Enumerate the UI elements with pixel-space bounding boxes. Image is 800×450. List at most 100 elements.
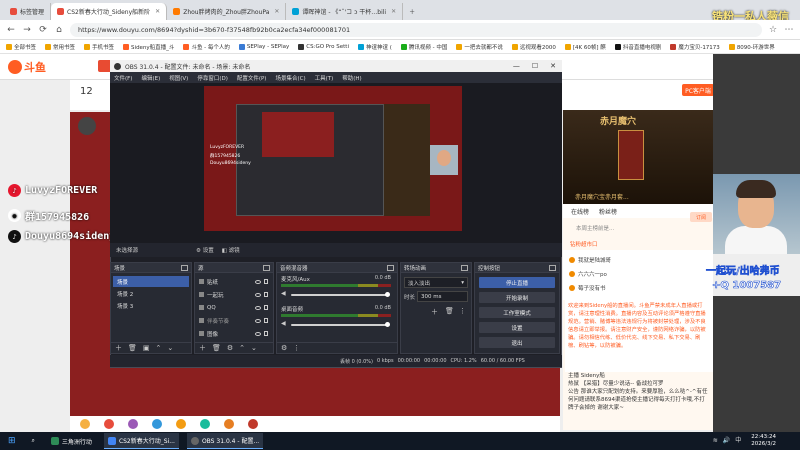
- pc-client-button[interactable]: PC客户端: [682, 84, 714, 96]
- add-source-icon[interactable]: ＋: [199, 343, 206, 353]
- bookmark-item[interactable]: CS:GO Pro Setti: [298, 43, 349, 50]
- lock-icon[interactable]: [264, 292, 268, 297]
- home-icon[interactable]: ⌂: [54, 25, 64, 35]
- settings-button[interactable]: 设置: [479, 322, 555, 333]
- browser-tab[interactable]: Zhou胖烤肉的_Zhou胖ZhouPa ✕: [167, 3, 287, 20]
- source-item[interactable]: 贴纸: [197, 276, 271, 287]
- lock-icon[interactable]: [264, 331, 268, 336]
- mixer-menu-icon[interactable]: ⋮: [293, 344, 300, 352]
- volume-slider-knob[interactable]: [385, 292, 390, 297]
- source-filters-button[interactable]: ◧ 滤镜: [222, 246, 240, 254]
- taskbar-app[interactable]: CS2新春大行动_Si...: [103, 433, 179, 449]
- browser-tab-active[interactable]: CS2新春大行动_Sideny船新阶 ✕: [51, 3, 168, 20]
- move-down-icon[interactable]: ⌄: [251, 344, 257, 352]
- system-clock[interactable]: ≋ 🔊 中 22:43:24 2026/3/2: [713, 434, 800, 448]
- close-icon[interactable]: ✕: [550, 62, 556, 70]
- volume-icon[interactable]: 🔊: [723, 437, 730, 444]
- duration-input[interactable]: 300 ms: [417, 291, 468, 302]
- source-item[interactable]: 一起玩: [197, 289, 271, 300]
- reload-icon[interactable]: ⟳: [38, 25, 48, 35]
- list-item[interactable]: 我就是陆城哥: [569, 256, 611, 264]
- menu-tools[interactable]: 工具(T): [315, 74, 334, 82]
- source-item[interactable]: 图像: [197, 328, 271, 339]
- add-transition-icon[interactable]: ＋: [431, 307, 438, 317]
- remove-source-icon[interactable]: 🗑: [212, 344, 221, 352]
- fan-group-label[interactable]: 钻粉超市口: [570, 240, 598, 248]
- move-up-icon[interactable]: ⌃: [156, 344, 162, 352]
- gift-icon[interactable]: [80, 419, 90, 429]
- forward-icon[interactable]: →: [22, 25, 32, 35]
- gift-icon[interactable]: [128, 419, 138, 429]
- scene-item[interactable]: 场景: [113, 276, 189, 287]
- tab-online-rank[interactable]: 在线榜: [571, 207, 589, 216]
- lock-icon[interactable]: [264, 318, 268, 323]
- studio-mode-button[interactable]: 工作室模式: [479, 307, 555, 318]
- gift-icon[interactable]: [104, 419, 114, 429]
- gift-icon[interactable]: [152, 419, 162, 429]
- visibility-icon[interactable]: [255, 292, 261, 297]
- browser-tab[interactable]: 标签管理: [4, 3, 52, 20]
- list-item[interactable]: 莓子没有书: [569, 284, 606, 292]
- menu-scene-collection[interactable]: 场景集合(C): [275, 74, 305, 82]
- bookmark-item[interactable]: 远视观看2000: [511, 43, 556, 51]
- bookmark-item[interactable]: 全部书签: [6, 43, 36, 51]
- taskbar-app[interactable]: 三角洲行动: [47, 433, 96, 449]
- stop-streaming-button[interactable]: 停止直播: [479, 277, 555, 288]
- bookmark-item[interactable]: [4K 60帧] 麒: [564, 43, 606, 51]
- menu-profile[interactable]: 配置文件(P): [237, 74, 267, 82]
- bookmark-item[interactable]: 神谊神谊 (: [358, 43, 392, 51]
- close-tab-icon[interactable]: ✕: [274, 8, 279, 15]
- source-item[interactable]: QQ: [197, 302, 271, 313]
- visibility-icon[interactable]: [255, 279, 261, 284]
- bookmark-item[interactable]: Sideny船直播_斗: [123, 43, 174, 51]
- mixer-settings-icon[interactable]: ⚙: [281, 344, 287, 352]
- star-icon[interactable]: ☆: [768, 25, 778, 35]
- browser-tab[interactable]: 谭晖神谊 - 《“ˇ'コ ɔ 干杯…bili ✕: [286, 3, 404, 20]
- lock-icon[interactable]: [264, 305, 268, 310]
- transition-select[interactable]: 淡入淡出 ▾: [404, 277, 468, 288]
- search-button[interactable]: ⌕: [28, 433, 39, 449]
- bookmark-item[interactable]: 抖音直播电视剧: [614, 43, 661, 51]
- source-item[interactable]: 伴奏节奏: [197, 315, 271, 326]
- visibility-icon[interactable]: [255, 331, 261, 336]
- menu-edit[interactable]: 编辑(E): [141, 74, 160, 82]
- move-up-icon[interactable]: ⌃: [239, 344, 245, 352]
- back-icon[interactable]: ←: [6, 25, 16, 35]
- volume-slider-knob[interactable]: [385, 322, 390, 327]
- bookmark-item[interactable]: 8090-环游世界: [728, 43, 775, 51]
- remove-scene-icon[interactable]: 🗑: [128, 344, 137, 352]
- lock-icon[interactable]: [264, 279, 268, 284]
- gift-icon[interactable]: [248, 419, 258, 429]
- bookmark-item[interactable]: 常用书签: [45, 43, 75, 51]
- menu-icon[interactable]: ⋯: [784, 25, 794, 35]
- douyu-logo[interactable]: 斗鱼: [8, 58, 54, 76]
- tab-fan-rank[interactable]: 粉丝榜: [599, 207, 617, 216]
- ime-icon[interactable]: 中: [735, 437, 741, 444]
- minimize-icon[interactable]: —: [513, 62, 520, 70]
- exit-button[interactable]: 退出: [479, 337, 555, 348]
- scene-item[interactable]: 场景 3: [113, 300, 189, 311]
- remove-transition-icon[interactable]: 🗑: [445, 307, 454, 315]
- add-scene-icon[interactable]: ＋: [115, 343, 122, 353]
- menu-help[interactable]: 帮助(H): [342, 74, 361, 82]
- taskbar-app[interactable]: OBS 31.0.4 - 配置...: [186, 433, 264, 449]
- bookmark-item[interactable]: 一把去就都不说: [456, 43, 503, 51]
- close-tab-icon[interactable]: ✕: [391, 8, 396, 15]
- scene-filter-icon[interactable]: ▣: [143, 344, 150, 352]
- gift-icon[interactable]: [224, 419, 234, 429]
- transition-menu-icon[interactable]: ⋮: [459, 307, 466, 315]
- new-tab-button[interactable]: ＋: [403, 3, 421, 20]
- url-input[interactable]: https://www.douyu.com/8694?dyshid=3b670-…: [70, 22, 762, 37]
- speaker-icon[interactable]: ◀: [281, 290, 286, 297]
- source-properties-button[interactable]: ⚙ 设置: [196, 246, 214, 254]
- gift-icon[interactable]: [176, 419, 186, 429]
- bookmark-item[interactable]: SEPlay - SEPlay: [238, 43, 289, 50]
- list-item[interactable]: 六六六一po: [569, 270, 607, 278]
- gift-icon[interactable]: [200, 419, 210, 429]
- subscribe-button[interactable]: 订阅: [690, 212, 712, 222]
- volume-slider[interactable]: [291, 324, 387, 326]
- scene-item[interactable]: 场景 2: [113, 288, 189, 299]
- menu-docks[interactable]: 停靠窗口(D): [197, 74, 228, 82]
- streamer-avatar[interactable]: [78, 117, 96, 135]
- close-tab-icon[interactable]: ✕: [155, 8, 160, 15]
